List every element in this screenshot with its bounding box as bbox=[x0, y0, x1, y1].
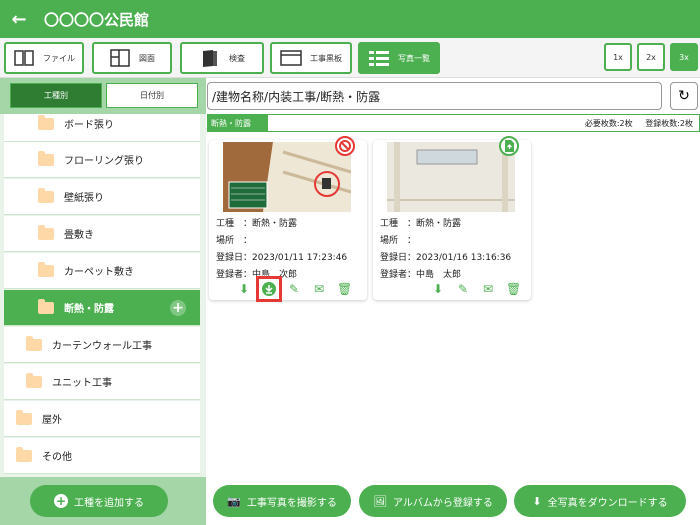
tree-item[interactable]: ボード張り bbox=[4, 114, 200, 142]
photo-grid: 工種 ：断熱・防露 場所 ： 登録日：2023/01/11 17:23:46 登… bbox=[207, 132, 700, 525]
folder-icon bbox=[38, 261, 54, 277]
photo-info: 工種 ：断熱・防露 場所 ： 登録日：2023/01/16 13:16:36 登… bbox=[380, 216, 511, 284]
photo-info: 工種 ：断熱・防露 場所 ： 登録日：2023/01/11 17:23:46 登… bbox=[216, 216, 347, 284]
tab-by-date[interactable]: 日付別 bbox=[106, 83, 198, 108]
blackboard-button[interactable]: 工事黒板 bbox=[270, 42, 352, 74]
photo-list-label: 写真一覧 bbox=[398, 53, 430, 63]
tree-item[interactable]: その他 bbox=[4, 438, 200, 474]
blackboard-label: 工事黒板 bbox=[310, 53, 342, 63]
refresh-icon: ↻ bbox=[678, 88, 690, 104]
no-entry-icon[interactable] bbox=[335, 136, 355, 156]
image-icon: 🖼 bbox=[373, 494, 388, 508]
tree-item[interactable]: 壁紙張り bbox=[4, 179, 200, 215]
file-label: ファイル bbox=[43, 53, 75, 63]
photo-card[interactable]: 工種 ：断熱・防露 場所 ： 登録日：2023/01/16 13:16:36 登… bbox=[373, 136, 531, 300]
drawing-label: 図面 bbox=[139, 53, 155, 63]
folder-icon bbox=[26, 335, 42, 351]
tree-item[interactable]: ユニット工事 bbox=[4, 364, 200, 400]
folder-icon bbox=[38, 187, 54, 203]
work-type-text: 工種 ：断熱・防露 bbox=[380, 219, 462, 229]
take-photo-button[interactable]: 📷 工事写真を撮影する bbox=[213, 485, 351, 517]
folder-icon bbox=[26, 372, 42, 388]
app-header: ← 〇〇〇〇公民館 bbox=[0, 0, 700, 38]
date-text: 登録日：2023/01/16 13:16:36 bbox=[380, 253, 512, 263]
place-text: 場所 ： bbox=[216, 236, 253, 246]
tree-item[interactable]: カーテンウォール工事 bbox=[4, 327, 200, 363]
album-register-button[interactable]: 🖼 アルバムから登録する bbox=[359, 485, 507, 517]
category-bar: 断熱・防露 必要枚数:2枚 登録枚数:2枚 bbox=[207, 114, 700, 132]
edit-icon[interactable]: ✎ bbox=[287, 282, 301, 296]
insulation-photo bbox=[223, 142, 351, 212]
photo-card[interactable]: 工種 ：断熱・防露 場所 ： 登録日：2023/01/11 17:23:46 登… bbox=[209, 136, 367, 302]
file-button[interactable]: ファイル bbox=[4, 42, 84, 74]
add-work-button[interactable]: + 工種を追加する bbox=[30, 485, 168, 517]
inspection-label: 検査 bbox=[229, 53, 245, 63]
work-tree[interactable]: ボード張り フローリング張り 壁紙張り 畳敷き カーペット敷き 断熱・防露 + カ… bbox=[0, 114, 206, 477]
mail-icon[interactable]: ✉ bbox=[481, 282, 495, 296]
folder-icon bbox=[38, 150, 54, 166]
category-name: 断熱・防露 bbox=[208, 115, 268, 131]
list-icon bbox=[369, 51, 389, 66]
folder-icon bbox=[38, 114, 54, 130]
add-subitem-icon[interactable]: + bbox=[170, 299, 186, 316]
arrow-left-icon: ← bbox=[11, 8, 27, 30]
tree-item[interactable]: フローリング張り bbox=[4, 142, 200, 178]
zoom-3x-button[interactable]: 3x bbox=[670, 43, 698, 71]
tree-item-selected[interactable]: 断熱・防露 + bbox=[4, 290, 200, 326]
photo-thumbnail[interactable] bbox=[223, 142, 351, 212]
insulation-photo bbox=[387, 142, 515, 212]
photo-counts: 必要枚数:2枚 登録枚数:2枚 bbox=[585, 118, 693, 129]
toolbar: ファイル 図面 検査 工事黒板 写真一覧 1x 2x 3x bbox=[0, 38, 700, 78]
work-type-text: 工種 ：断熱・防露 bbox=[216, 219, 298, 229]
left-footer: + 工種を追加する bbox=[0, 477, 206, 525]
page-title: 〇〇〇〇公民館 bbox=[44, 10, 150, 29]
refresh-button[interactable]: ↻ bbox=[670, 82, 698, 110]
drawing-button[interactable]: 図面 bbox=[92, 42, 172, 74]
photo-actions: ⬇ ✎ ✉ 🗑 bbox=[431, 282, 521, 296]
trash-icon[interactable]: 🗑 bbox=[506, 282, 521, 296]
book-icon bbox=[14, 50, 34, 66]
download-icon[interactable]: ⬇ bbox=[431, 282, 445, 296]
floorplan-icon bbox=[110, 49, 130, 67]
date-text: 登録日：2023/01/11 17:23:46 bbox=[216, 253, 348, 263]
inspection-button[interactable]: 検査 bbox=[180, 42, 264, 74]
folder-icon bbox=[16, 409, 32, 425]
edit-icon[interactable]: ✎ bbox=[456, 282, 470, 296]
plus-circle-icon: + bbox=[54, 494, 68, 508]
blackboard-icon bbox=[280, 50, 302, 66]
mail-icon[interactable]: ✉ bbox=[312, 282, 326, 296]
zoom-1x-button[interactable]: 1x bbox=[604, 43, 632, 71]
left-panel: 工種別 日付別 ボード張り フローリング張り 壁紙張り 畳敷き カーペット敷き … bbox=[0, 78, 206, 525]
folder-icon bbox=[16, 446, 32, 462]
tab-by-work[interactable]: 工種別 bbox=[10, 83, 102, 108]
place-text: 場所 ： bbox=[380, 236, 417, 246]
back-button[interactable]: ← bbox=[0, 9, 38, 30]
binder-icon bbox=[203, 50, 217, 67]
tree-item[interactable]: カーペット敷き bbox=[4, 253, 200, 289]
camera-icon: 📷 bbox=[227, 494, 241, 508]
download-icon[interactable]: ⬇ bbox=[237, 282, 251, 296]
tree-item[interactable]: 屋外 bbox=[4, 401, 200, 437]
main-footer: 📷 工事写真を撮影する 🖼 アルバムから登録する ⬇ 全写真をダウンロードする bbox=[207, 478, 700, 525]
tree-item[interactable]: 畳敷き bbox=[4, 216, 200, 252]
download-icon: ⬇ bbox=[532, 494, 542, 508]
view-tabs: 工種別 日付別 bbox=[0, 78, 206, 114]
photo-thumbnail[interactable] bbox=[387, 142, 515, 212]
required-count: 必要枚数:2枚 bbox=[584, 119, 633, 128]
photo-actions: ⬇ ✎ ✉ 🗑 bbox=[237, 276, 352, 302]
download-circle-icon[interactable] bbox=[256, 276, 282, 302]
path-breadcrumb: /建物名称/内装工事/断熱・防露 bbox=[207, 82, 662, 110]
download-all-button[interactable]: ⬇ 全写真をダウンロードする bbox=[514, 485, 686, 517]
registered-count: 登録枚数:2枚 bbox=[645, 119, 693, 128]
zoom-2x-button[interactable]: 2x bbox=[637, 43, 665, 71]
upload-file-icon[interactable] bbox=[499, 136, 519, 156]
photo-list-button[interactable]: 写真一覧 bbox=[358, 42, 440, 74]
folder-icon bbox=[38, 224, 54, 240]
folder-icon bbox=[38, 298, 54, 314]
trash-icon[interactable]: 🗑 bbox=[337, 282, 352, 296]
